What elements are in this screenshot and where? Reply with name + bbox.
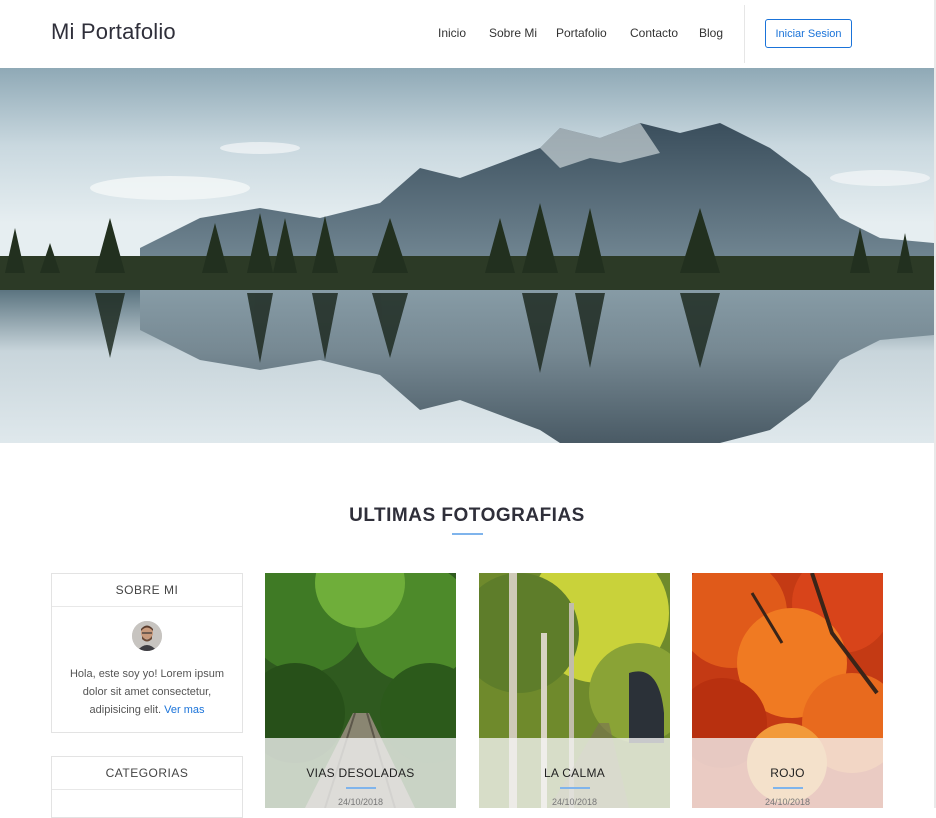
- nav-link-sobre-mi[interactable]: Sobre Mi: [489, 26, 537, 40]
- categories-widget: CATEGORIAS: [51, 756, 243, 818]
- card-date: 24/10/2018: [764, 797, 811, 807]
- nav-link-blog[interactable]: Blog: [699, 26, 723, 40]
- categories-widget-title: CATEGORIAS: [52, 757, 242, 790]
- section-title: ULTIMAS FOTOGRAFIAS: [349, 505, 585, 526]
- login-button[interactable]: Iniciar Sesion: [765, 19, 852, 48]
- photo-card[interactable]: VIAS DESOLADAS 24/10/2018: [265, 573, 456, 808]
- card-title[interactable]: ROJO: [692, 766, 883, 780]
- section-title-underline: [452, 533, 483, 535]
- photo-card[interactable]: LA CALMA 24/10/2018: [479, 573, 670, 808]
- about-widget: SOBRE MI Hola, este soy yo! Lorem ipsum …: [51, 573, 243, 733]
- card-caption: VIAS DESOLADAS 24/10/2018: [265, 738, 456, 808]
- nav-link-inicio[interactable]: Inicio: [438, 26, 466, 40]
- brand-logo[interactable]: Mi Portafolio: [51, 19, 176, 45]
- nav-link-contacto[interactable]: Contacto: [630, 26, 678, 40]
- read-more-link[interactable]: Ver mas: [164, 704, 204, 716]
- card-date: 24/10/2018: [551, 797, 598, 807]
- card-title-underline: [560, 787, 590, 789]
- card-caption: LA CALMA 24/10/2018: [479, 738, 670, 808]
- hero-landscape-illustration: [0, 68, 934, 443]
- photo-card[interactable]: ROJO 24/10/2018: [692, 573, 883, 808]
- card-caption: ROJO 24/10/2018: [692, 738, 883, 808]
- avatar: [132, 621, 162, 651]
- about-text: Hola, este soy yo! Lorem ipsum dolor sit…: [62, 665, 232, 719]
- top-navbar: Mi Portafolio Inicio Sobre Mi Portafolio…: [0, 0, 936, 69]
- card-title[interactable]: LA CALMA: [479, 766, 670, 780]
- card-title-underline: [346, 787, 376, 789]
- card-title[interactable]: VIAS DESOLADAS: [265, 766, 456, 780]
- card-title-underline: [773, 787, 803, 789]
- hero-image: [0, 68, 934, 443]
- avatar-portrait-icon: [132, 621, 162, 651]
- nav-divider: [744, 5, 745, 63]
- card-date: 24/10/2018: [337, 797, 384, 807]
- nav-link-portafolio[interactable]: Portafolio: [556, 26, 607, 40]
- about-widget-title: SOBRE MI: [52, 574, 242, 607]
